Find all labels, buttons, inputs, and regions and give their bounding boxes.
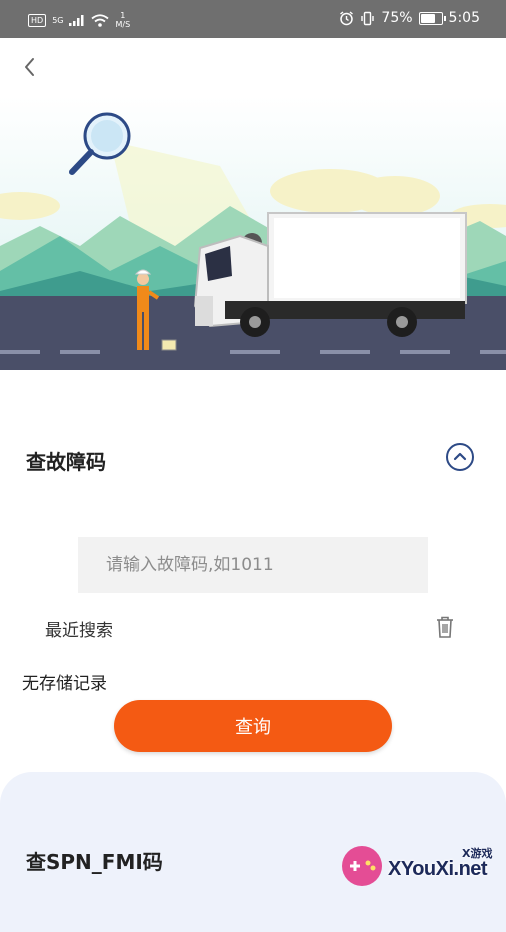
wifi-icon [91, 13, 110, 27]
watermark-text: XYouXi.net [388, 858, 488, 880]
top-nav [0, 38, 506, 96]
fault-code-card: 查故障码 最近搜索 无存储记录 查询 [0, 370, 506, 770]
query-button[interactable]: 查询 [114, 700, 392, 752]
clock: 5:05 [448, 10, 480, 26]
speed-unit: M/S [115, 20, 131, 29]
signal-icon [69, 14, 84, 26]
alarm-icon [340, 10, 354, 25]
fault-code-search-box [78, 537, 428, 593]
status-right: 75% 5:05 [339, 10, 480, 26]
network-speed: 1 M/S [115, 11, 130, 29]
truck-repair-illustration [0, 96, 506, 370]
vibrate-icon [361, 11, 375, 25]
battery-percent: 75% [381, 10, 413, 26]
fault-code-title: 查故障码 [26, 450, 106, 474]
speed-value: 1 [120, 11, 126, 20]
battery-icon [418, 11, 446, 25]
trash-icon[interactable] [434, 615, 456, 639]
banner-illustration [0, 96, 506, 370]
collapse-button[interactable] [446, 443, 474, 471]
hd-badge: HD [28, 13, 47, 27]
recent-search-label: 最近搜索 [45, 621, 113, 641]
empty-history-label: 无存储记录 [22, 674, 107, 694]
gamepad-logo-icon [342, 846, 382, 886]
battery-fill [420, 13, 436, 23]
chevron-left-icon[interactable] [18, 54, 42, 80]
network-label: 5G [52, 15, 64, 25]
status-left: HD 5G 1 M/S [28, 11, 130, 29]
watermark: X游戏 XYouXi.net [336, 838, 504, 894]
spn-fmi-title: 查SPN_FMI码 [26, 850, 163, 874]
fault-code-input[interactable] [78, 537, 428, 593]
status-bar: HD 5G 1 M/S 75% 5:05 [0, 0, 506, 38]
chevron-up-icon [453, 452, 467, 461]
